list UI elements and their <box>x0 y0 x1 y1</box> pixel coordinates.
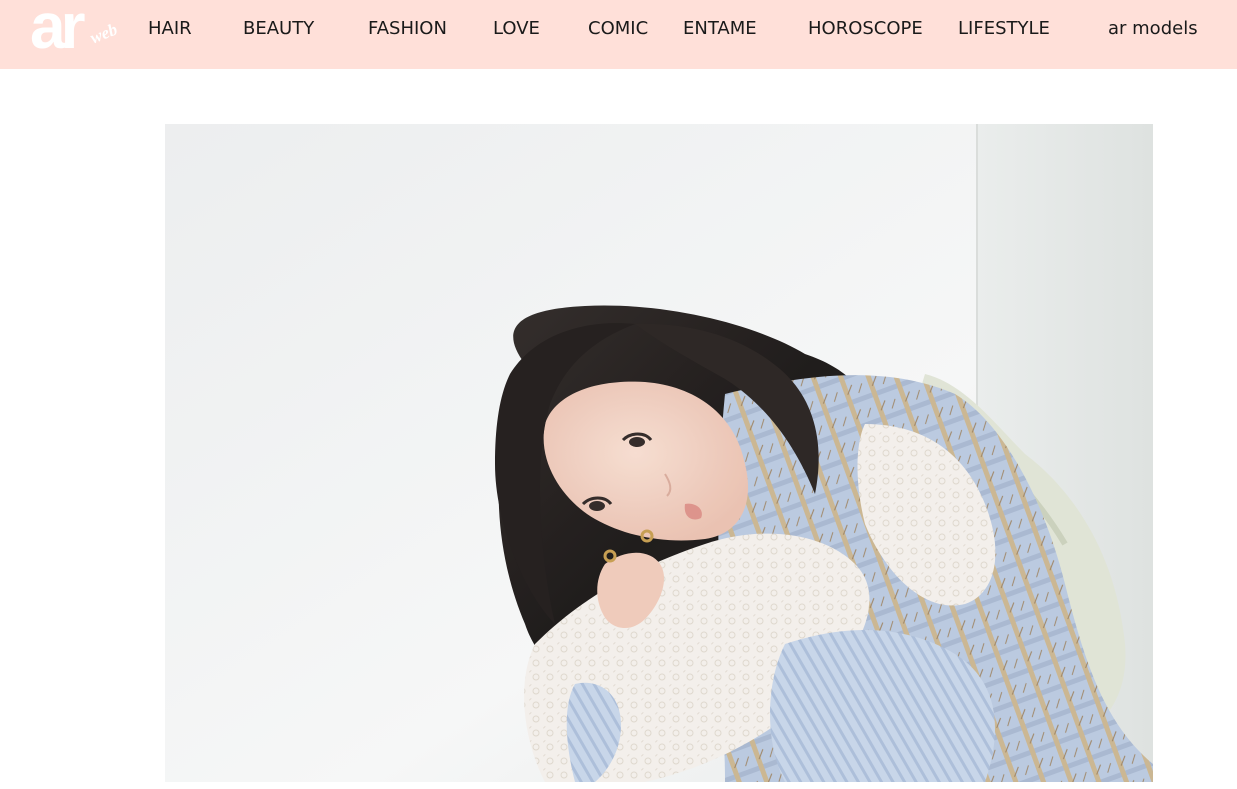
site-header: ar web HAIR BEAUTY FASHION LOVE COMIC EN… <box>0 0 1237 69</box>
logo-sub-text: web <box>87 19 120 48</box>
nav-item-hair[interactable]: HAIR <box>148 18 192 40</box>
logo-main-text: ar <box>30 0 85 62</box>
nav-item-fashion[interactable]: FASHION <box>368 18 447 40</box>
hero-photo <box>165 124 1153 782</box>
nav-item-entame[interactable]: ENTAME <box>683 18 757 40</box>
nav-item-beauty[interactable]: BEAUTY <box>243 18 314 40</box>
nav-item-love[interactable]: LOVE <box>493 18 540 40</box>
site-logo[interactable]: ar web <box>28 0 128 69</box>
nav-item-lifestyle[interactable]: LIFESTYLE <box>958 18 1050 40</box>
nav-item-ar-models[interactable]: ar models <box>1108 18 1198 40</box>
model-portrait-image <box>165 124 1153 782</box>
nav-item-comic[interactable]: COMIC <box>588 18 648 40</box>
nav-item-horoscope[interactable]: HOROSCOPE <box>808 18 923 40</box>
